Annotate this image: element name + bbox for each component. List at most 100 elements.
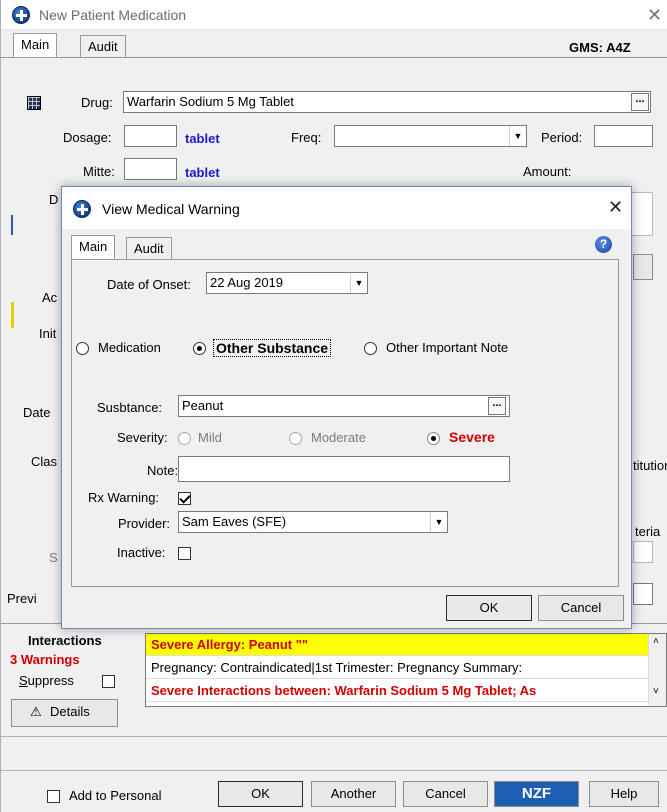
list-item-interactions[interactable]: Severe Interactions between: Warfarin So… (146, 680, 648, 702)
cancel-button[interactable]: Cancel (403, 781, 488, 807)
tab-audit[interactable]: Audit (80, 35, 126, 57)
mitte-unit: tablet (185, 165, 220, 180)
scroll-down-icon[interactable]: ˅ (653, 686, 659, 697)
help-button[interactable]: Help (589, 781, 659, 807)
radio-moderate-label: Moderate (311, 430, 366, 445)
chevron-down-icon: ▼ (350, 273, 367, 293)
suppress-checkbox[interactable] (102, 675, 115, 688)
radio-severe[interactable] (427, 432, 440, 445)
partial-label-d: D (49, 192, 59, 207)
rx-warning-label: Rx Warning: (88, 490, 160, 505)
list-scrollbar[interactable]: ˄ ˅ (648, 634, 666, 706)
partial-label-titution: titution (633, 458, 667, 473)
tab-main[interactable]: Main (13, 33, 58, 57)
warning-triangle-icon: ⚠ (30, 704, 42, 719)
period-field[interactable] (594, 125, 653, 147)
dialog-tab-audit[interactable]: Audit (126, 237, 172, 259)
amount-label: Amount: (523, 164, 572, 179)
window-title: New Patient Medication (39, 7, 187, 23)
partial-label-date: Date (23, 405, 51, 420)
drug-field[interactable]: Warfarin Sodium 5 Mg Tablet (123, 91, 651, 113)
medical-cross-icon (73, 200, 91, 218)
substance-lookup-button[interactable]: ... (488, 397, 506, 415)
details-label: Details (50, 704, 90, 719)
radio-severe-label: Severe (449, 429, 495, 445)
interaction-list[interactable]: Severe Allergy: Peanut "" Pregnancy: Con… (145, 633, 667, 707)
partial-label-teria: teria (635, 524, 661, 539)
substance-field[interactable]: Peanut (178, 395, 510, 417)
drug-lookup-button[interactable]: ... (631, 93, 649, 111)
warnings-count: 3 Warnings (10, 652, 80, 667)
dosage-unit: tablet (185, 131, 220, 146)
provider-value: Sam Eaves (SFE) (182, 514, 287, 529)
app-icon (12, 6, 30, 24)
substance-label: Susbtance: (97, 400, 163, 415)
radio-mild-label: Mild (198, 430, 222, 445)
title-bar: New Patient Medication ✕ (1, 0, 667, 30)
tab-divider (1, 57, 667, 58)
radio-medication-label: Medication (98, 340, 161, 355)
dialog-tab-main[interactable]: Main (71, 235, 116, 259)
radio-mild[interactable] (178, 432, 191, 445)
bottom-divider-2 (1, 770, 667, 771)
rx-warning-checkbox[interactable] (178, 492, 191, 505)
dialog-title-bar: View Medical Warning ✕ (62, 187, 631, 229)
onset-label: Date of Onset: (107, 277, 191, 292)
dialog-cancel-button[interactable]: Cancel (538, 595, 624, 621)
freq-label: Freq: (291, 130, 322, 145)
highlight-marker (11, 302, 14, 328)
interactions-title: Interactions (28, 633, 102, 648)
radio-other-substance-label: Other Substance (213, 339, 332, 357)
side-select-2[interactable] (633, 583, 653, 605)
ok-button[interactable]: OK (218, 781, 303, 807)
dialog-ok-button[interactable]: OK (446, 595, 532, 621)
side-select-1[interactable] (633, 541, 653, 563)
severity-label: Severity: (117, 430, 168, 445)
dosage-label: Dosage: (63, 130, 112, 145)
list-item-pregnancy[interactable]: Pregnancy: Contraindicated|1st Trimester… (146, 657, 648, 679)
add-to-personal-label: Add to Personal (69, 788, 162, 803)
chevron-down-icon: ▼ (430, 512, 447, 532)
add-to-personal-checkbox[interactable] (47, 790, 60, 803)
inactive-label: Inactive: (117, 545, 166, 560)
onset-select[interactable]: 22 Aug 2019 ▼ (206, 272, 368, 294)
note-label: Note: (147, 463, 179, 478)
freq-select[interactable]: ▼ (334, 125, 527, 147)
side-button[interactable] (633, 254, 653, 280)
provider-select[interactable]: Sam Eaves (SFE) ▼ (178, 511, 448, 533)
partial-label-ac: Ac (42, 290, 58, 305)
medical-warning-dialog: View Medical Warning ✕ Main Audit ? Date… (61, 186, 632, 629)
period-label: Period: (541, 130, 583, 145)
gms-label: GMS: A4Z (569, 40, 631, 55)
provider-label: Provider: (118, 516, 171, 531)
radio-other-note[interactable] (364, 342, 377, 355)
close-icon[interactable]: ✕ (647, 6, 662, 24)
note-field[interactable] (178, 456, 510, 482)
mitte-label: Mitte: (83, 164, 115, 179)
radio-moderate[interactable] (289, 432, 302, 445)
radio-other-substance[interactable] (193, 342, 206, 355)
dialog-close-icon[interactable]: ✕ (608, 198, 623, 216)
grid-icon[interactable] (27, 96, 41, 110)
dialog-title: View Medical Warning (102, 201, 240, 217)
nzf-button[interactable]: NZF (494, 781, 579, 807)
side-scroll[interactable] (631, 192, 653, 236)
drug-label: Drug: (81, 95, 113, 110)
dialog-body: Date of Onset: 22 Aug 2019 ▼ Medication … (71, 259, 619, 587)
list-item-allergy[interactable]: Severe Allergy: Peanut "" (146, 634, 648, 656)
mitte-field[interactable] (124, 158, 177, 180)
scroll-up-icon[interactable]: ˄ (653, 636, 659, 647)
details-button[interactable]: ⚠ Details (11, 699, 118, 727)
partial-label-s: S (49, 550, 58, 565)
suppress-label: Suppress (19, 673, 74, 688)
partial-label-previ: Previ (7, 591, 37, 606)
radio-medication[interactable] (76, 342, 89, 355)
dosage-field[interactable] (124, 125, 177, 147)
onset-value: 22 Aug 2019 (210, 275, 284, 290)
help-icon[interactable]: ? (595, 236, 612, 253)
another-button[interactable]: Another (311, 781, 396, 807)
radio-other-note-label: Other Important Note (386, 340, 509, 355)
partial-label-init: Init (39, 326, 57, 341)
partial-label-clas: Clas (31, 454, 58, 469)
inactive-checkbox[interactable] (178, 547, 191, 560)
